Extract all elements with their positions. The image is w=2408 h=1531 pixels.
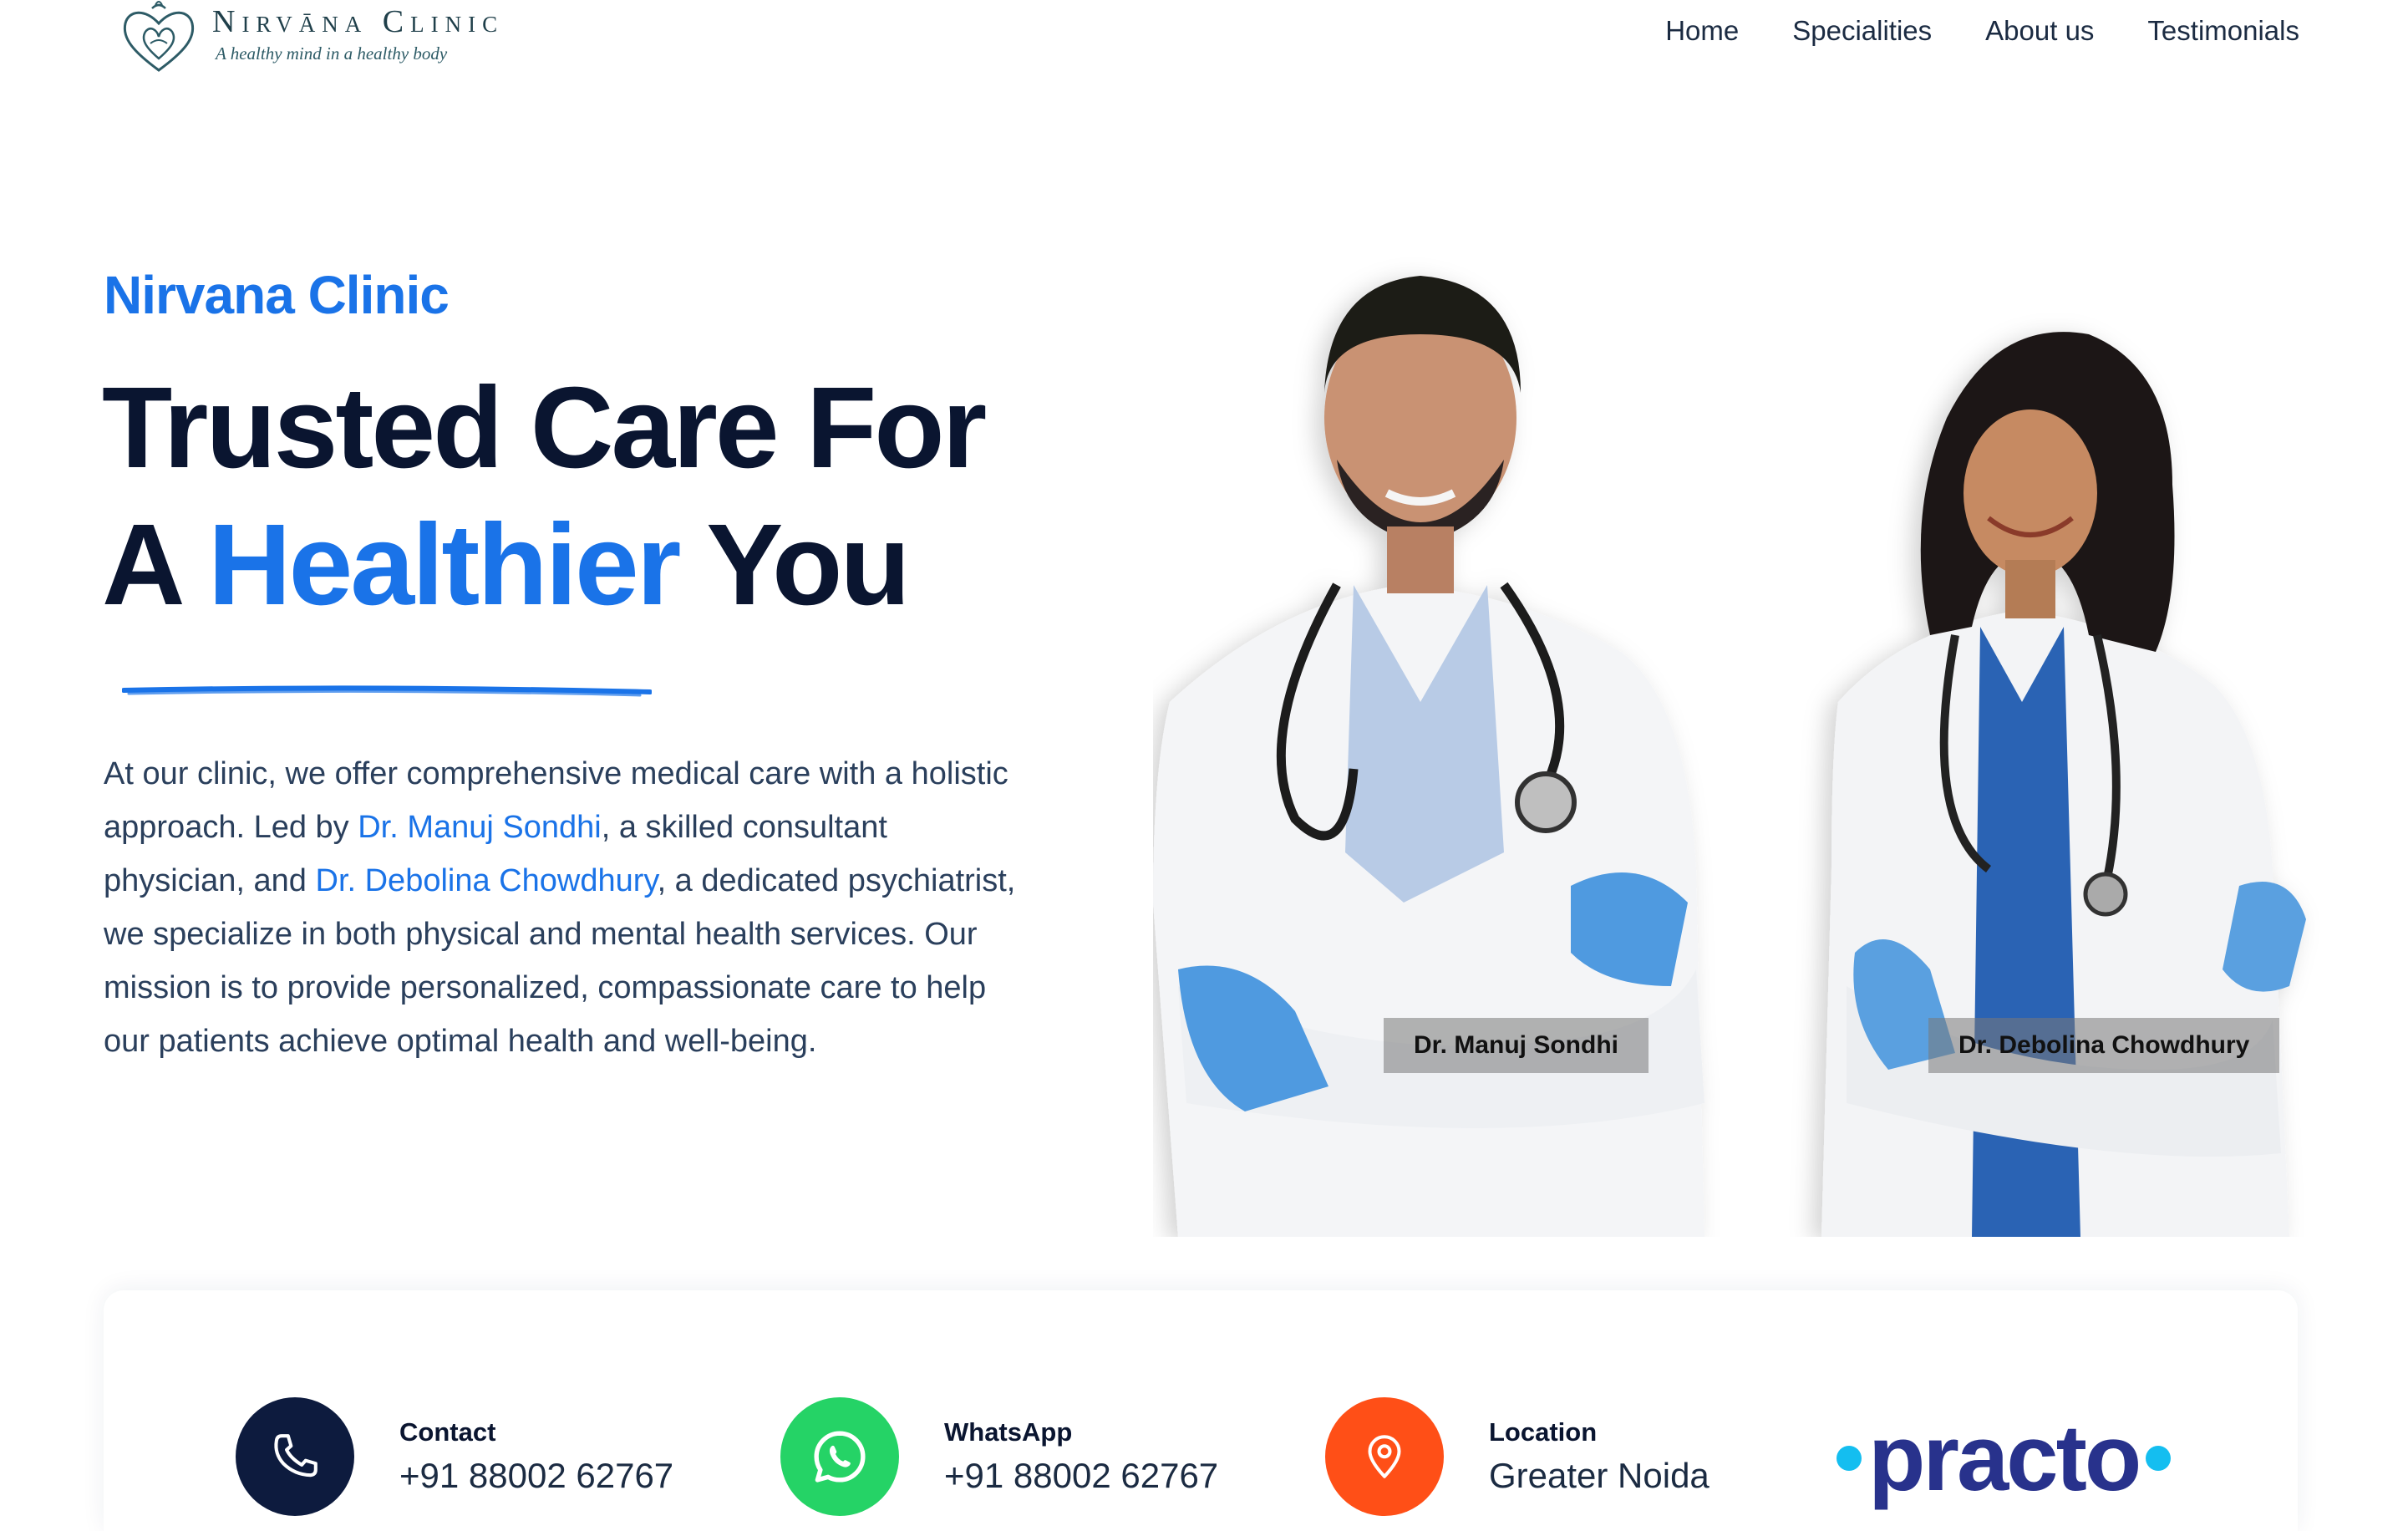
contact-info-bar: Contact +91 88002 62767 WhatsApp +91 880… (104, 1290, 2298, 1531)
pin-glyph-icon (1368, 1435, 1401, 1478)
nav-testimonials[interactable]: Testimonials (2147, 15, 2299, 47)
location-value[interactable]: Greater Noida (1489, 1456, 1709, 1496)
headline-line1: Trusted Care For (102, 364, 987, 492)
whatsapp-label: WhatsApp (944, 1417, 1073, 1447)
practo-dot-left-icon (1836, 1445, 1862, 1471)
doctor2-link[interactable]: Dr. Debolina Chowdhury (316, 863, 658, 898)
doctor2-name-tag: Dr. Debolina Chowdhury (1928, 1018, 2280, 1073)
site-header: Nirvāna Clinic A healthy mind in a healt… (0, 0, 2408, 92)
hero-eyebrow: Nirvana Clinic (104, 265, 450, 325)
nav-about-us[interactable]: About us (1985, 15, 2094, 47)
doctor-debolina-figure (1821, 332, 2306, 1237)
nav-specialities[interactable]: Specialities (1792, 15, 1932, 47)
location-pin-icon[interactable] (1325, 1397, 1444, 1516)
heart-lotus-logo-icon (123, 1, 195, 72)
location-item: Location Greater Noida (1325, 1397, 1709, 1516)
logo-tagline: A healthy mind in a healthy body (216, 43, 448, 64)
doctors-photo: Dr. Manuj Sondhi Dr. Debolina Chowdhury (1153, 234, 2408, 1237)
whatsapp-glyph-icon (814, 1431, 866, 1483)
whatsapp-icon[interactable] (780, 1397, 899, 1516)
practo-wordmark: practo (1868, 1406, 2141, 1510)
practo-dot-right-icon (2146, 1445, 2172, 1471)
contact-item: Contact +91 88002 62767 (236, 1397, 673, 1516)
practo-logo-link[interactable]: practo (1830, 1404, 2177, 1512)
phone-glyph-icon (274, 1434, 318, 1478)
hero-intro: At our clinic, we offer comprehensive me… (104, 747, 1023, 1068)
doctor-manuj-figure (1153, 276, 1704, 1237)
headline-line2-start: A (102, 501, 208, 629)
clinic-logo[interactable]: Nirvāna Clinic A healthy mind in a healt… (117, 0, 504, 77)
main-nav: Home Specialities About us Testimonials (1665, 15, 2299, 47)
contact-label: Contact (399, 1417, 496, 1447)
hero-headline: Trusted Care For A Healthier You (102, 359, 987, 633)
phone-icon[interactable] (236, 1397, 354, 1516)
headline-accent: Healthier (207, 501, 682, 629)
doctor1-name-tag: Dr. Manuj Sondhi (1384, 1018, 1649, 1073)
whatsapp-value[interactable]: +91 88002 62767 (944, 1456, 1218, 1496)
whatsapp-item: WhatsApp +91 88002 62767 (780, 1397, 1218, 1516)
headline-underline-stroke (122, 685, 652, 697)
contact-value[interactable]: +91 88002 62767 (399, 1456, 673, 1496)
headline-line2-end: You (678, 501, 910, 629)
doctor1-link[interactable]: Dr. Manuj Sondhi (358, 810, 602, 845)
nav-home[interactable]: Home (1665, 15, 1739, 47)
doctors-illustration (1153, 276, 2306, 1237)
logo-name: Nirvāna Clinic (212, 4, 505, 39)
location-label: Location (1489, 1417, 1598, 1447)
